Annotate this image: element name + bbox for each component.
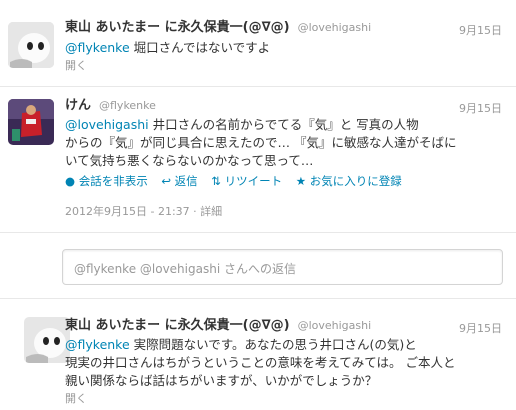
user-handle[interactable]: @lovehigashi (298, 21, 372, 34)
reply-input[interactable]: @flykenke @lovehigashi さんへの返信 (62, 249, 503, 285)
expand-link[interactable]: 開く (65, 391, 87, 407)
tweet-date[interactable]: 9月15日 (459, 100, 502, 116)
tweet-text-line: 親い関係ならば話はちがいますが、いかがでしょうか？ (65, 373, 378, 388)
user-handle[interactable]: @flykenke (99, 99, 156, 112)
timestamp-link[interactable]: 2012年9月15日 - 21:37 (65, 205, 190, 218)
tweet-date[interactable]: 9月15日 (459, 22, 502, 38)
retweet-label: リツイート (224, 174, 283, 188)
reply-button[interactable]: ↩ 返信 (161, 174, 201, 188)
expand-link[interactable]: 開く (65, 58, 87, 74)
tweet-text: @flykenke 堀口さんではないですよ (65, 40, 270, 56)
favorite-button[interactable]: ★ お気に入りに登録 (296, 174, 402, 188)
tweet-header: 東山 あいたまー に永久保貴一(@∇@) @lovehigashi (65, 317, 371, 334)
user-name[interactable]: 東山 あいたまー に永久保貴一(@∇@) (65, 20, 290, 35)
mention-link[interactable]: @flykenke (65, 337, 130, 352)
tweet-body: 実際問題ないです。あなたの思う井口さん(の気)と (129, 337, 417, 352)
favorite-label: お気に入りに登録 (309, 174, 402, 188)
tweet-1: 東山 あいたまー に永久保貴一(@∇@) @lovehigashi 9月15日 … (0, 0, 516, 85)
tweet-header: 東山 あいたまー に永久保貴一(@∇@) @lovehigashi (65, 19, 371, 36)
avatar-image (8, 22, 54, 68)
tweet-meta: 2012年9月15日 - 21:37 · 詳細 (65, 204, 222, 220)
retweet-icon: ⇅ (211, 174, 221, 188)
tweet-text-line: @lovehigashi 井口さんの名前からでてる『気』と 写真の人物 (65, 117, 419, 133)
user-name[interactable]: 東山 あいたまー に永久保貴一(@∇@) (65, 318, 290, 333)
mention-link[interactable]: @flykenke (65, 40, 130, 55)
reply-label: 返信 (174, 174, 198, 188)
tweet-date[interactable]: 9月15日 (459, 320, 502, 336)
tweet-2: けん @flykenke 9月15日 @lovehigashi 井口さんの名前か… (0, 87, 516, 227)
tweet-3: 東山 あいたまー に永久保貴一(@∇@) @lovehigashi 9月15日 … (0, 299, 516, 410)
tweet-actions: ● 会話を非表示 ↩ 返信 ⇅ リツイート ★ お気に入りに登録 (65, 173, 412, 189)
avatar-image (24, 317, 70, 363)
star-icon: ★ (295, 174, 307, 188)
tweet-body: 井口さんの名前からでてる『気』と 写真の人物 (148, 117, 419, 132)
tweet-text-line: @flykenke 実際問題ないです。あなたの思う井口さん(の気)と (65, 337, 417, 353)
avatar-image (8, 99, 54, 145)
user-handle[interactable]: @lovehigashi (298, 319, 372, 332)
avatar[interactable] (24, 317, 70, 363)
tweet-header: けん @flykenke (65, 97, 156, 114)
tweet-body: 堀口さんではないですよ (129, 40, 271, 55)
details-link[interactable]: 詳細 (200, 205, 222, 218)
tweet-text-line: 現実の井口さんはちがうということの意味を考えてみては。 ご本人と (65, 355, 456, 370)
retweet-button[interactable]: ⇅ リツイート (211, 174, 285, 188)
avatar[interactable] (8, 99, 54, 145)
reply-icon: ↩ (161, 174, 171, 188)
hide-conversation-label: 会話を非表示 (78, 174, 148, 188)
avatar[interactable] (8, 22, 54, 68)
mention-link[interactable]: @lovehigashi (65, 117, 149, 132)
tweet-text-line: いて気持ち悪くならないのかなって思って… (65, 153, 314, 168)
tweet-text-line: からの『気』が同じ具合に思えたので… 『気』に敏感な人達がそばに (65, 135, 457, 150)
user-name[interactable]: けん (65, 98, 91, 113)
divider (0, 232, 516, 233)
reply-placeholder: @flykenke @lovehigashi さんへの返信 (74, 262, 296, 276)
hide-conversation-button[interactable]: ● 会話を非表示 (65, 174, 151, 188)
speech-bubble-icon: ● (65, 174, 76, 188)
